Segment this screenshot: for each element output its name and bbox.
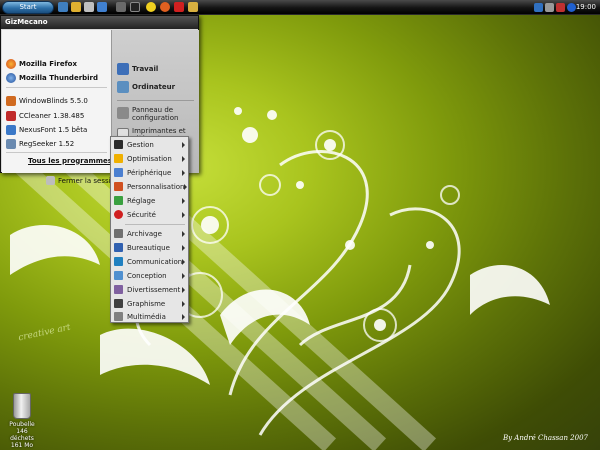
submenu-item-gestion[interactable]: Gestion <box>112 138 188 151</box>
logoff-icon <box>46 176 55 185</box>
firefox-icon <box>6 58 16 69</box>
recycle-bin-label: Poubelle <box>9 421 35 428</box>
explorer-quicklaunch-icon[interactable] <box>71 2 81 12</box>
start-menu-separator <box>117 100 194 101</box>
submenu-item-graphisme[interactable]: Graphisme <box>112 297 188 310</box>
start-item-firefox[interactable]: Mozilla Firefox <box>6 57 77 70</box>
network-tray-icon[interactable] <box>534 3 543 12</box>
multimedia-icon <box>114 312 123 321</box>
submenu-item-archivage[interactable]: Archivage <box>112 227 188 240</box>
control-panel-icon <box>117 107 129 119</box>
start-menu-separator <box>6 87 107 88</box>
submenu-arrow-icon <box>182 300 185 307</box>
wallpaper-signature: By André Chassan 2007 <box>502 434 588 442</box>
submenu-arrow-icon <box>182 169 185 176</box>
submenu-arrow-icon <box>182 313 185 320</box>
start-item-ordinateur[interactable]: Ordinateur <box>117 80 175 94</box>
all-programs-button[interactable]: Tous les programmes <box>28 154 112 167</box>
submenu-arrow-icon <box>182 155 185 162</box>
app-quicklaunch-icon[interactable] <box>116 2 126 12</box>
graphisme-icon <box>114 299 123 308</box>
terminal-quicklaunch-icon[interactable] <box>130 2 140 12</box>
submenu-arrow-icon <box>182 272 185 279</box>
divertissement-icon <box>114 285 123 294</box>
submenu-item-multimedia[interactable]: Multimédia <box>112 310 188 323</box>
start-menu-programs-pane: Mozilla Firefox Mozilla Thunderbird Wind… <box>2 30 119 185</box>
submenu-arrow-icon <box>182 258 186 265</box>
programs-submenu: Gestion Optimisation Périphérique Person… <box>110 136 189 323</box>
start-item-travail[interactable]: Travail <box>117 62 158 76</box>
personnalisation-icon <box>114 182 123 191</box>
taskbar-clock: 19:00 <box>575 3 596 11</box>
submenu-item-reglage[interactable]: Réglage <box>112 194 188 207</box>
taskbar: Start 19:00 <box>0 0 600 15</box>
submenu-item-divertissement[interactable]: Divertissement <box>112 283 188 296</box>
recycle-bin-icon <box>13 393 31 419</box>
red-quicklaunch-icon[interactable] <box>174 2 184 12</box>
gestion-icon <box>114 140 123 149</box>
submenu-arrow-icon <box>182 244 185 251</box>
submenu-arrow-icon <box>182 141 185 148</box>
submenu-arrow-icon <box>182 286 185 293</box>
submenu-arrow-icon <box>182 230 185 237</box>
window-quicklaunch-icon[interactable] <box>97 2 107 12</box>
securite-icon <box>114 210 123 219</box>
recycle-bin-size: 161 Mo <box>10 442 34 449</box>
submenu-arrow-icon <box>184 183 188 190</box>
communication-icon <box>114 257 123 266</box>
submenu-item-securite[interactable]: Sécurité <box>112 208 188 221</box>
start-button[interactable]: Start <box>2 1 54 14</box>
conception-icon <box>114 271 123 280</box>
submenu-separator <box>125 224 185 225</box>
bluetooth-tray-icon[interactable] <box>567 3 576 12</box>
recycle-bin[interactable]: Poubelle 146 déchets 161 Mo <box>4 393 40 449</box>
firefox-quicklaunch-icon[interactable] <box>160 2 170 12</box>
reglage-icon <box>114 196 123 205</box>
start-item-windowblinds[interactable]: WindowBlinds 5.5.0 <box>6 94 88 107</box>
windowblinds-icon <box>6 95 16 106</box>
submenu-item-optimisation[interactable]: Optimisation <box>112 152 188 165</box>
submenu-item-peripherique[interactable]: Périphérique <box>112 166 188 179</box>
submenu-arrow-icon <box>182 197 185 204</box>
start-menu-separator <box>6 152 107 153</box>
start-item-thunderbird[interactable]: Mozilla Thunderbird <box>6 71 98 84</box>
desktop-quicklaunch-icon[interactable] <box>58 2 68 12</box>
logoff-button[interactable]: Fermer la session <box>46 174 119 187</box>
start-item-ccleaner[interactable]: CCleaner 1.38.485 <box>6 109 84 122</box>
submenu-item-communication[interactable]: Communication <box>112 255 188 268</box>
regseeker-icon <box>6 138 16 149</box>
archivage-icon <box>114 229 123 238</box>
recycle-bin-count: 146 déchets <box>10 428 34 442</box>
start-item-control-panel[interactable]: Panneau de configuration <box>117 106 194 122</box>
documents-icon <box>117 63 129 75</box>
optimisation-icon <box>114 154 123 163</box>
volume-tray-icon[interactable] <box>545 3 554 12</box>
thunderbird-icon <box>6 72 16 83</box>
peripherique-icon <box>114 168 123 177</box>
submenu-item-conception[interactable]: Conception <box>112 269 188 282</box>
security-tray-icon[interactable] <box>556 3 565 12</box>
computer-icon <box>117 81 129 93</box>
start-menu-username: GizMecano <box>1 16 198 29</box>
media-quicklaunch-icon[interactable] <box>84 2 94 12</box>
start-item-nexusfont[interactable]: NexusFont 1.5 bêta <box>6 123 87 136</box>
submenu-item-bureautique[interactable]: Bureautique <box>112 241 188 254</box>
flower-quicklaunch-icon[interactable] <box>146 2 156 12</box>
submenu-item-personnalisation[interactable]: Personnalisation <box>112 180 188 193</box>
submenu-arrow-icon <box>182 211 185 218</box>
folder-quicklaunch-icon[interactable] <box>188 2 198 12</box>
ccleaner-icon <box>6 110 16 121</box>
nexusfont-icon <box>6 124 16 135</box>
bureautique-icon <box>114 243 123 252</box>
start-item-regseeker[interactable]: RegSeeker 1.52 <box>6 137 74 150</box>
